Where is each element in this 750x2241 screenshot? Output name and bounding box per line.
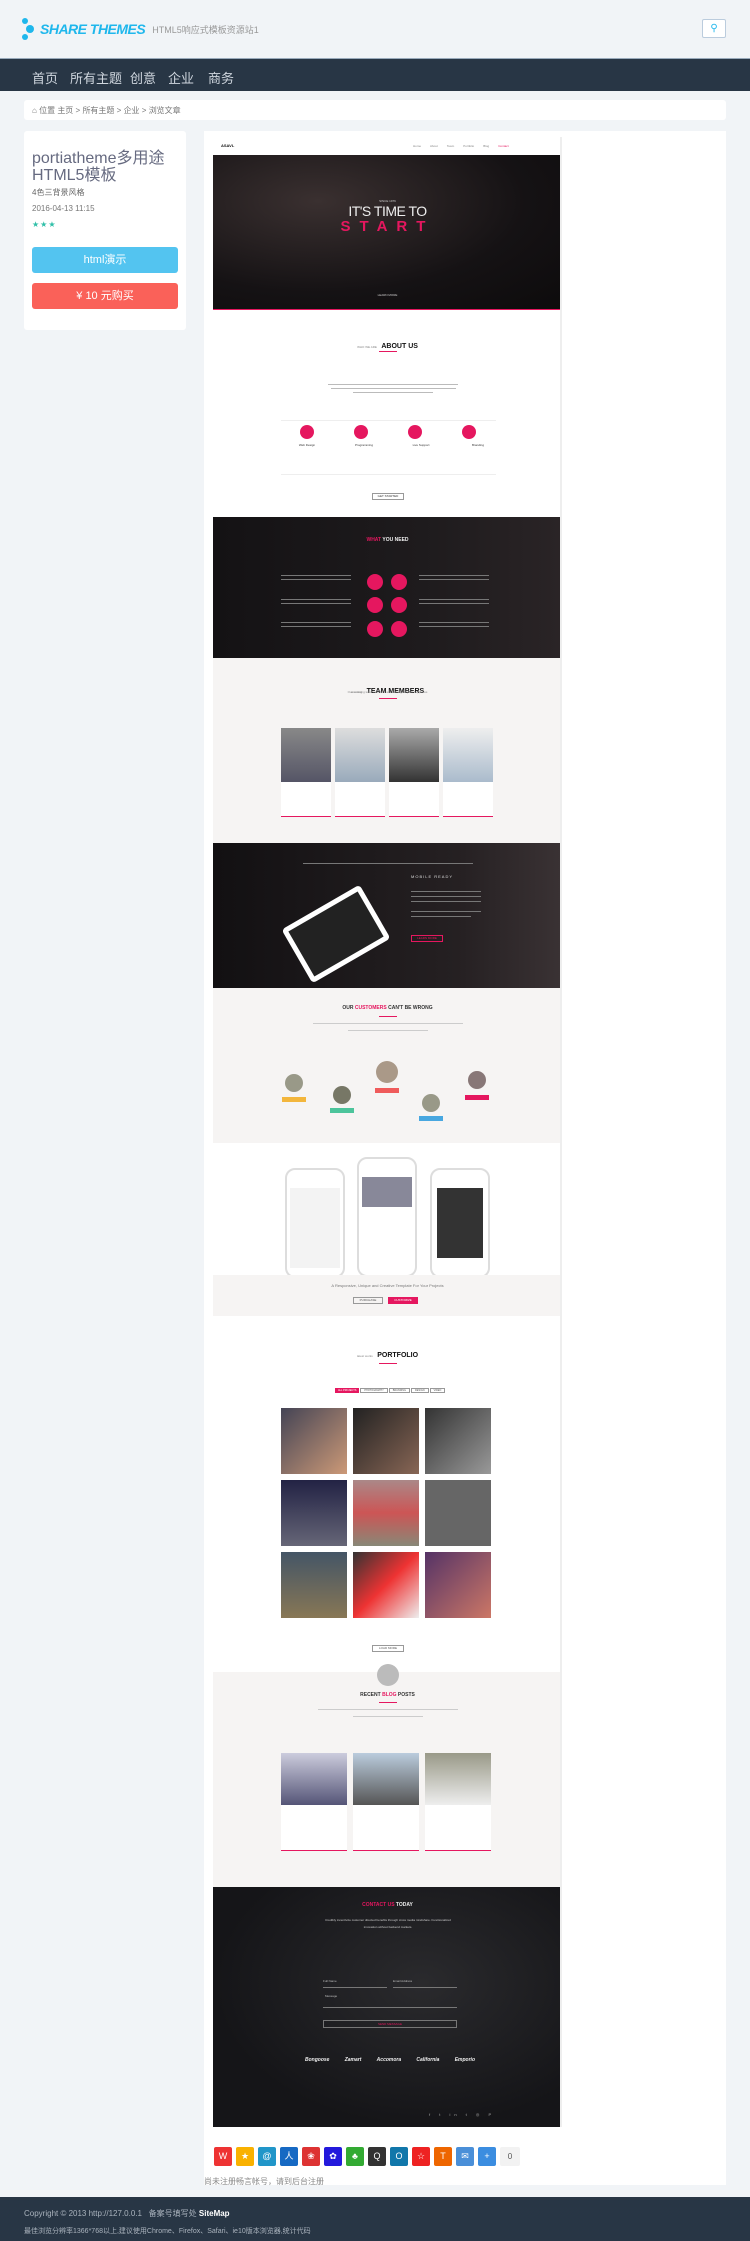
product-card: portiatheme多用途HTML5模板 4色三背景风格 2016-04-13… [24,131,186,330]
breadcrumb-home[interactable]: 主页 [57,106,73,115]
email-icon[interactable]: ✉ [456,2147,474,2166]
nav-item-enterprise[interactable]: 企业 [168,68,194,87]
logo-text: SHARE THEMES [40,21,146,37]
sitemap-link[interactable]: SiteMap [199,2209,230,2218]
preview-tagline: A Responsive, Unique and Creative Templa… [213,1275,560,1316]
preview-get-started: GET STARTED [372,493,404,500]
breadcrumb: ⌂ 位置 主页 > 所有主题 > 企业 > 浏览文章 [24,100,726,120]
buy-button[interactable]: ¥ 10 元购买 [32,283,178,309]
site-tagline: HTML5响应式模板资源站1 [152,24,259,35]
qzone-icon[interactable]: ★ [236,2147,254,2166]
icp-text: 备案号填写处 [148,2209,197,2218]
douban-icon[interactable]: O [390,2147,408,2166]
preview-menu: Home About Team Portfolio Blog Contact [413,144,509,148]
qq-icon[interactable]: Q [368,2147,386,2166]
renren-icon[interactable]: 人 [280,2147,298,2166]
weibo-icon[interactable]: W [214,2147,232,2166]
preview-blog: RECENT BLOG POSTS [213,1664,560,1887]
preview-hero: SINCE 1976 IT'S TIME TO START LEARN MORE [213,155,560,310]
nav-item-all-themes[interactable]: 所有主题 [70,68,122,87]
plus-icon[interactable]: + [478,2147,496,2166]
copyright: Copyright © 2013 http://127.0.0.1 [24,2209,142,2218]
search-button[interactable]: ⚲ [702,19,726,38]
nav-item-business[interactable]: 商务 [208,68,234,87]
product-subtitle: 4色三背景风格 [32,188,85,197]
hero-title: IT'S TIME TO [348,203,427,219]
browser-note: 最佳浏览分辨率1366*768以上,建议使用Chrome、Firefox、Saf… [24,2228,311,2235]
search-icon: ⚲ [710,23,718,34]
logo-icon [22,18,36,40]
tencent-weibo-icon[interactable]: @ [258,2147,276,2166]
nav-item-creative[interactable]: 创意 [130,68,156,87]
preview-customers: OUR CUSTOMERS CAN'T BE WRONG [213,988,560,1143]
preview-brand: ASAVL [221,143,235,148]
breadcrumb-current: 浏览文章 [148,106,181,115]
preview-portfolio: latest works PORTFOLIO ALL PROJECTS PHOTO… [213,1316,560,1672]
preview-phones [213,1143,560,1278]
preview-nav: ASAVL Home About Team Portfolio Blog Contact [213,137,560,155]
comment-notice: 尚未注册畅言帐号，请到后台注册 [204,2177,324,2186]
preview-about: WHO WE ARE ABOUT US Web Design Programmin… [213,310,560,517]
baidu-icon[interactable]: ✿ [324,2147,342,2166]
preview-team: amazing TEAM MEMBERS Our amazing team me… [213,658,560,843]
html-demo-button[interactable]: html演示 [32,247,178,273]
kaixin-icon[interactable]: ❀ [302,2147,320,2166]
product-date: 2016-04-13 11:15 [32,204,95,213]
breadcrumb-all-themes[interactable]: 所有主题 [82,106,114,115]
template-preview-image: ASAVL Home About Team Portfolio Blog Contact … [213,137,562,2127]
rating-stars: ★★★ [32,220,57,229]
site-footer: Copyright © 2013 http://127.0.0.1 备案号填写处… [0,2197,750,2241]
home-icon: ⌂ [32,106,37,115]
tianya-icon[interactable]: T [434,2147,452,2166]
star-icon[interactable]: ☆ [412,2147,430,2166]
nav-item-home[interactable]: 首页 [32,68,58,87]
product-title: portiatheme多用途HTML5模板 [32,150,165,184]
breadcrumb-enterprise[interactable]: 企业 [124,106,140,115]
site-header: SHARE THEMES HTML5响应式模板资源站1 ⚲ [0,0,750,58]
clover-icon[interactable]: ♣ [346,2147,364,2166]
share-count: 0 [500,2147,520,2166]
logo[interactable]: SHARE THEMES HTML5响应式模板资源站1 [22,18,259,40]
share-bar: W ★ @ 人 ❀ ✿ ♣ Q O ☆ T ✉ + 0 [214,2147,520,2166]
preview-contact: CONTACT US TODAY Credibly incentivize cu… [213,1887,560,2127]
breadcrumb-prefix: 位置 [39,106,56,115]
hero-start: START [340,218,435,235]
preview-mobile-ready: MOBILE READY LEARN MORE [213,843,560,988]
preview-what-you-need: WHAT YOU NEED [213,517,560,658]
main-nav: 首页 所有主题 创意 企业 商务 [0,58,750,91]
